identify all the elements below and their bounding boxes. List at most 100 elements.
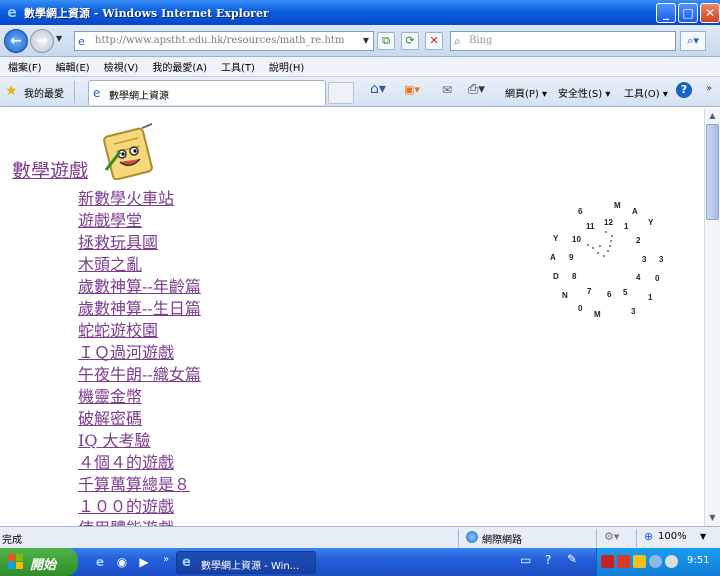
new-tab-button[interactable] xyxy=(328,82,354,104)
quicklaunch-media-icon[interactable]: ▶ xyxy=(136,554,152,570)
puzzle-mark: 2 xyxy=(636,236,641,245)
search-button[interactable]: ⌕▾ xyxy=(680,31,706,51)
security-zone: 網際網路 xyxy=(482,535,522,546)
url-text: http://www.apstht.edu.hk/resources/math_… xyxy=(95,35,345,46)
puzzle-mark: 3 xyxy=(642,255,647,264)
scroll-up-button[interactable]: ▲ xyxy=(705,108,720,124)
puzzle-mark: A xyxy=(550,253,556,262)
help-icon[interactable]: ? xyxy=(676,82,692,98)
game-link[interactable]: 機靈金幣 xyxy=(78,386,201,408)
game-link[interactable]: 蛇蛇遊校園 xyxy=(78,320,201,342)
quicklaunch-more-icon[interactable]: » xyxy=(158,552,174,568)
puzzle-mark: 6 xyxy=(607,290,612,299)
refresh-icon: ⟳ xyxy=(405,34,415,47)
stop-icon: ✕ xyxy=(429,34,439,47)
game-link[interactable]: 破解密碼 xyxy=(78,408,201,430)
more-commands-button[interactable]: » xyxy=(706,83,712,94)
forward-arrow-icon: → xyxy=(36,33,48,49)
ie-logo-icon: e xyxy=(182,555,191,570)
star-icon[interactable]: ★ xyxy=(5,83,18,99)
puzzle-mark: N xyxy=(562,291,568,300)
tools-menu[interactable]: 工具(O) ▾ xyxy=(624,85,668,100)
close-button[interactable]: ✕ xyxy=(700,3,720,23)
menu-bar: 檔案(F) 編輯(E) 檢視(V) 我的最愛(A) 工具(T) 說明(H) xyxy=(0,57,720,77)
system-tray: 9:51 xyxy=(596,548,720,576)
window-title: 數學網上資源 - Windows Internet Explorer xyxy=(24,6,269,20)
zoom-level[interactable]: 100% xyxy=(658,531,687,542)
zoom-dropdown[interactable]: ▼ xyxy=(700,532,706,541)
game-link[interactable]: 拯救玩具國 xyxy=(78,232,201,254)
puzzle-mark: 1 xyxy=(624,222,629,231)
menu-edit[interactable]: 編輯(E) xyxy=(56,59,90,74)
protected-mode-icon[interactable]: ⚙▾ xyxy=(604,530,619,543)
puzzle-mark: M xyxy=(594,310,601,319)
globe-icon xyxy=(466,531,478,543)
page-menu[interactable]: 網頁(P) ▾ xyxy=(505,85,547,100)
taskbar-ie-window[interactable]: e 數學網上資源 - Win... xyxy=(176,551,316,574)
puzzle-mark: 3 xyxy=(659,255,664,264)
minimize-button[interactable]: _ xyxy=(656,3,676,23)
scroll-down-button[interactable]: ▼ xyxy=(705,510,720,526)
game-link[interactable]: 千算萬算總是８ xyxy=(78,474,201,496)
menu-help[interactable]: 說明(H) xyxy=(269,59,304,74)
tray-volume-icon[interactable] xyxy=(665,555,678,568)
compatibility-view-button[interactable]: ⧉ xyxy=(377,32,395,50)
quicklaunch-ie-icon[interactable]: e xyxy=(92,554,108,570)
game-link[interactable]: １００的遊戲 xyxy=(78,496,201,518)
tray-network-icon[interactable] xyxy=(649,555,662,568)
tray-app-icon[interactable] xyxy=(617,555,630,568)
game-link[interactable]: 新數學火車站 xyxy=(78,188,201,210)
safety-menu[interactable]: 安全性(S) ▾ xyxy=(558,85,610,100)
favorites-button-label[interactable]: 我的最愛 xyxy=(24,85,64,100)
mail-icon[interactable]: ✉ xyxy=(442,83,452,97)
puzzle-mark: Y xyxy=(648,218,654,227)
feeds-icon[interactable]: ▣▾ xyxy=(404,83,420,96)
game-link[interactable]: 歲數神算--生日篇 xyxy=(78,298,201,320)
forward-button[interactable]: → xyxy=(30,29,54,53)
tray-shield-icon[interactable] xyxy=(633,555,646,568)
game-link[interactable]: ４個４的遊戲 xyxy=(78,452,201,474)
vertical-scrollbar[interactable]: ▲ ▼ xyxy=(704,108,720,526)
search-provider-icon: ⌕ xyxy=(454,34,461,48)
quicklaunch-mail-icon[interactable]: ◉ xyxy=(114,554,130,570)
puzzle-mark: A xyxy=(632,207,638,216)
page-icon: e xyxy=(78,35,85,48)
stop-button[interactable]: ✕ xyxy=(425,32,443,50)
game-link[interactable]: IQ 大考驗 xyxy=(78,430,201,452)
puzzle-mark: 3 xyxy=(631,307,636,316)
start-button[interactable]: 開始 xyxy=(0,548,78,576)
recent-pages-dropdown[interactable]: ▼ xyxy=(56,34,62,43)
address-dropdown-button[interactable]: ▼ xyxy=(358,31,374,51)
game-link[interactable]: ＩＱ過河遊戲 xyxy=(78,342,201,364)
page-heading[interactable]: 數學遊戲 xyxy=(12,156,88,183)
back-arrow-icon: ← xyxy=(10,33,22,49)
zoom-icon[interactable]: ⊕ xyxy=(644,530,653,543)
puzzle-mark: Y xyxy=(553,234,559,243)
maximize-button[interactable]: □ xyxy=(678,3,698,23)
search-input[interactable]: ⌕ Bing xyxy=(450,31,676,51)
windows-logo-icon xyxy=(8,554,23,569)
tray-app-icon[interactable] xyxy=(601,555,614,568)
menu-view[interactable]: 檢視(V) xyxy=(104,59,139,74)
game-link[interactable]: 歲數神算--年齡篇 xyxy=(78,276,201,298)
tray-monitor-icon[interactable]: ▭ xyxy=(520,553,531,567)
status-text: 完成 xyxy=(2,535,22,546)
tray-help-icon[interactable]: ? xyxy=(545,553,551,567)
home-icon[interactable]: ⌂▾ xyxy=(370,81,386,97)
menu-favorites[interactable]: 我的最愛(A) xyxy=(152,59,207,74)
game-link[interactable]: 木頭之亂 xyxy=(78,254,201,276)
back-button[interactable]: ← xyxy=(4,29,28,53)
refresh-button[interactable]: ⟳ xyxy=(401,32,419,50)
game-link[interactable]: 使用體能遊戲 xyxy=(78,518,201,526)
puzzle-mark: 5 xyxy=(623,288,628,297)
tray-pen-icon[interactable]: ✎ xyxy=(567,552,577,566)
tab-active[interactable]: e 數學網上資源 xyxy=(88,80,326,105)
address-field[interactable]: e http://www.apstht.edu.hk/resources/mat… xyxy=(74,31,374,51)
scroll-thumb[interactable] xyxy=(706,124,719,220)
print-icon[interactable]: ⎙▾ xyxy=(468,82,485,97)
menu-tools[interactable]: 工具(T) xyxy=(221,59,255,74)
game-link[interactable]: 午夜牛朗--織女篇 xyxy=(78,364,201,386)
game-link[interactable]: 遊戲學堂 xyxy=(78,210,201,232)
menu-file[interactable]: 檔案(F) xyxy=(8,59,42,74)
address-toolbar: ← → ▼ e http://www.apstht.edu.hk/resourc… xyxy=(0,25,720,57)
